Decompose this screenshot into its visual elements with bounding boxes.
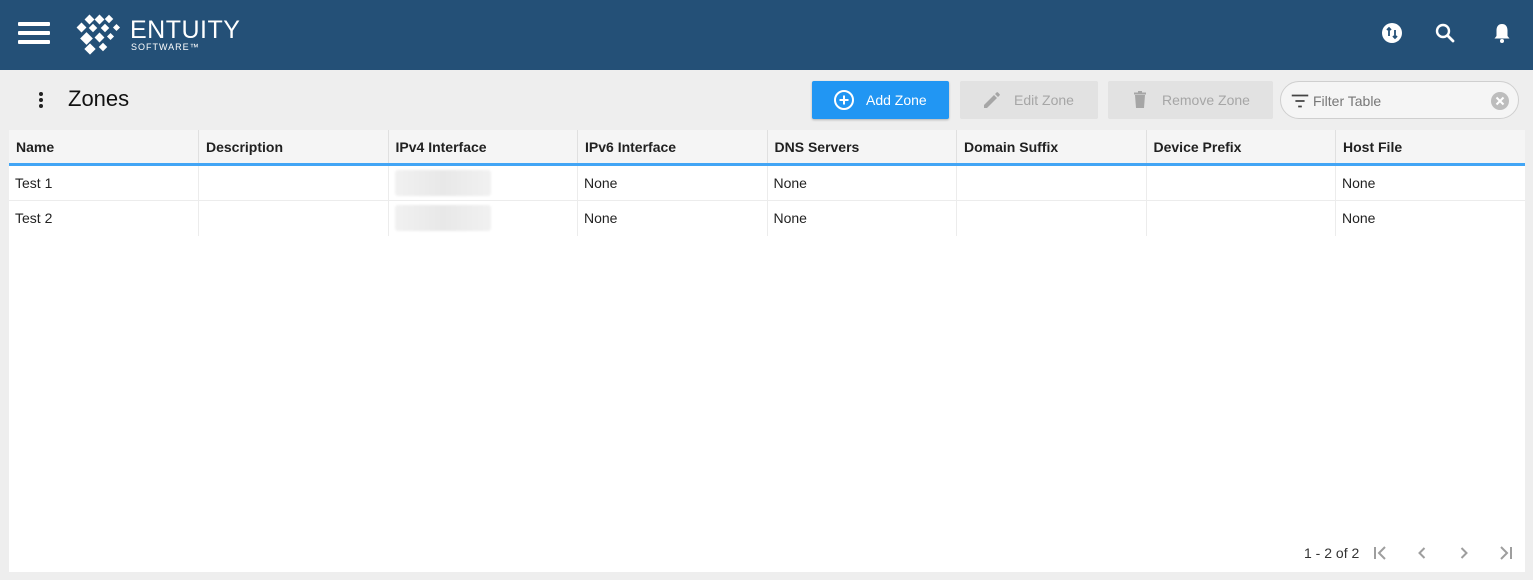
- search-icon[interactable]: [1433, 21, 1457, 45]
- add-zone-button[interactable]: Add Zone: [812, 81, 949, 119]
- cell-device-prefix: [1146, 164, 1336, 201]
- page-title: Zones: [68, 86, 130, 111]
- filter-table-input[interactable]: [1313, 90, 1483, 112]
- logo-name: ENTUITY: [130, 16, 241, 44]
- column-header-device-prefix[interactable]: Device Prefix: [1146, 130, 1336, 166]
- cell-host-file: None: [1342, 210, 1376, 227]
- clear-filter-icon[interactable]: [1490, 91, 1510, 111]
- remove-zone-button[interactable]: Remove Zone: [1108, 81, 1273, 119]
- cell-ipv4-interface: [388, 200, 578, 236]
- more-options-icon[interactable]: [30, 88, 52, 112]
- column-header-name[interactable]: Name: [9, 130, 199, 166]
- filter-icon: [1291, 94, 1309, 108]
- column-header-host-file[interactable]: Host File: [1335, 130, 1525, 166]
- first-page-icon[interactable]: [1368, 541, 1392, 565]
- column-header-description[interactable]: Description: [198, 130, 389, 166]
- table-header-row: Name Description IPv4 Interface IPv6 Int…: [9, 130, 1525, 166]
- cell-description: [198, 200, 389, 236]
- add-circle-icon: [834, 90, 854, 110]
- remove-zone-label: Remove Zone: [1162, 92, 1250, 108]
- last-page-icon[interactable]: [1494, 541, 1518, 565]
- table-row[interactable]: Test 2 None None None: [9, 200, 1525, 236]
- logo-mark-icon: [76, 14, 121, 55]
- cell-dns-servers: None: [767, 200, 957, 236]
- notifications-icon[interactable]: [1490, 21, 1514, 45]
- redacted-value: [394, 169, 491, 196]
- column-header-ipv4-interface[interactable]: IPv4 Interface: [388, 130, 578, 166]
- entuity-logo[interactable]: ENTUITY SOFTWARE™: [72, 14, 252, 56]
- cell-ipv4-interface: [388, 164, 578, 201]
- column-header-dns-servers[interactable]: DNS Servers: [767, 130, 957, 166]
- sync-icon[interactable]: [1380, 21, 1404, 45]
- cell-name: Test 2: [9, 200, 199, 236]
- trash-icon: [1134, 91, 1146, 108]
- pagination-range: 1 - 2 of 2: [1304, 545, 1360, 561]
- cell-domain-suffix: [956, 200, 1147, 236]
- cell-dns-servers: None: [767, 164, 957, 201]
- top-app-bar: ENTUITY SOFTWARE™: [0, 0, 1533, 70]
- add-zone-label: Add Zone: [866, 92, 927, 108]
- menu-icon[interactable]: [18, 22, 50, 46]
- column-header-domain-suffix[interactable]: Domain Suffix: [956, 130, 1147, 166]
- redacted-value: [394, 205, 491, 232]
- cell-ipv6-interface: None: [577, 200, 768, 236]
- pencil-icon: [984, 92, 1000, 108]
- cell-host-file: None: [1335, 164, 1525, 201]
- column-header-ipv6-interface[interactable]: IPv6 Interface: [577, 130, 768, 166]
- cell-device-prefix: [1146, 200, 1336, 236]
- cell-ipv6-interface: None: [577, 164, 768, 201]
- cell-name: Test 1: [9, 164, 199, 201]
- cell-domain-suffix: [956, 164, 1147, 201]
- next-page-icon[interactable]: [1452, 541, 1476, 565]
- table-row[interactable]: Test 1 None None None: [9, 164, 1525, 201]
- filter-table-field[interactable]: [1280, 81, 1519, 119]
- edit-zone-button[interactable]: Edit Zone: [960, 81, 1098, 119]
- previous-page-icon[interactable]: [1410, 541, 1434, 565]
- zones-table: Name Description IPv4 Interface IPv6 Int…: [9, 130, 1525, 236]
- logo-subtitle: SOFTWARE™: [131, 42, 200, 52]
- edit-zone-label: Edit Zone: [1014, 92, 1074, 108]
- cell-description: [198, 164, 389, 201]
